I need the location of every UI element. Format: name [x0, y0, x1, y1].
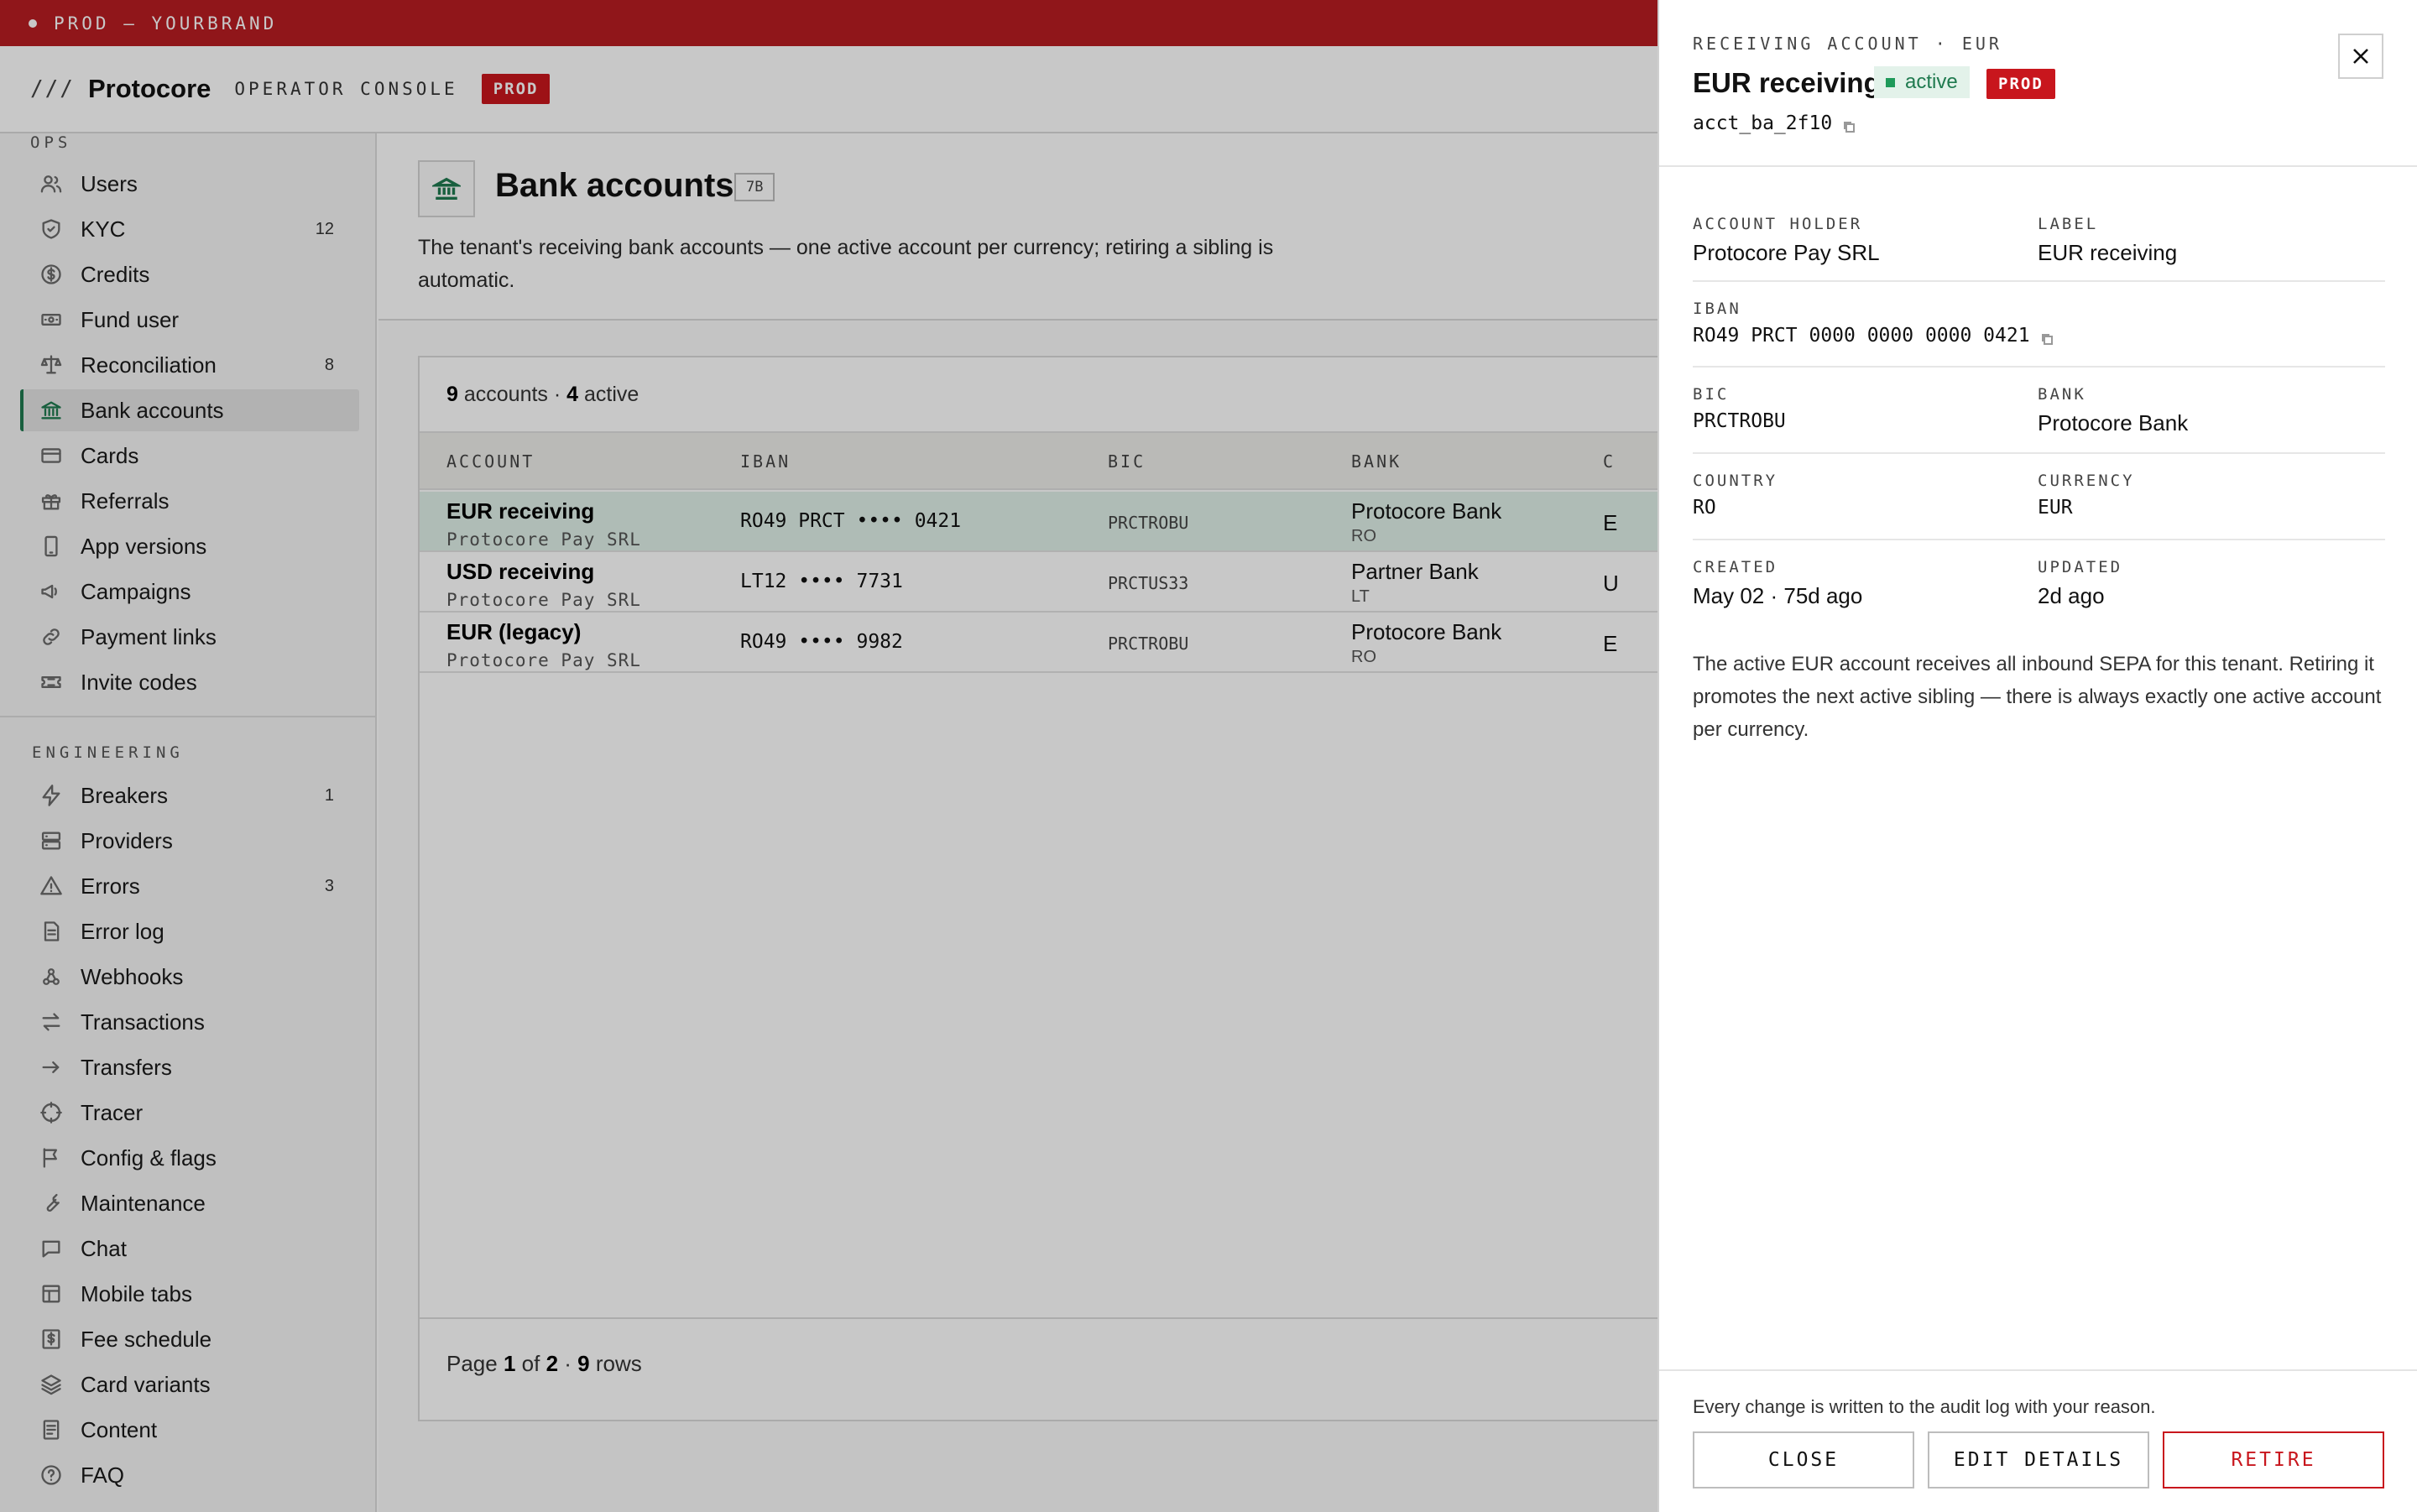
- field-label: IBAN: [1693, 300, 1741, 318]
- copy-icon[interactable]: [1842, 117, 1856, 133]
- field-value: Protocore Pay SRL: [1693, 240, 1880, 265]
- field-value: RO49 PRCT 0000 0000 0000 0421: [1693, 325, 2054, 347]
- field-label: COUNTRY: [1693, 472, 1778, 490]
- field-updated: UPDATED 2d ago: [2038, 558, 2122, 609]
- field-bank: BANK Protocore Bank: [2038, 385, 2188, 436]
- status-text: active: [1905, 70, 1958, 93]
- field-label-name: LABEL EUR receiving: [2038, 215, 2177, 266]
- field-value: 2d ago: [2038, 583, 2105, 608]
- drawer-title: EUR receiving: [1693, 67, 1881, 98]
- account-id: acct_ba_2f10: [1693, 112, 1856, 134]
- edit-details-button[interactable]: EDIT DETAILS: [1928, 1431, 2149, 1489]
- field-created: CREATED May 02 · 75d ago: [1693, 558, 1862, 609]
- field-value: EUR receiving: [2038, 240, 2178, 265]
- drawer-header: RECEIVING ACCOUNT · EUR EUR receiving ac…: [1659, 0, 2417, 167]
- field-bic: BIC PRCTROBU: [1693, 385, 1786, 432]
- field-row-bic: BIC PRCTROBU BANK Protocore Bank: [1693, 385, 2385, 454]
- field-account-holder: ACCOUNT HOLDER Protocore Pay SRL: [1693, 215, 1880, 266]
- field-label: ACCOUNT HOLDER: [1693, 215, 1863, 233]
- close-drawer-button[interactable]: [2338, 34, 2383, 79]
- field-row-holder: ACCOUNT HOLDER Protocore Pay SRL LABEL E…: [1693, 215, 2385, 282]
- drawer-env-badge: PROD: [1986, 69, 2055, 99]
- field-label: BANK: [2038, 385, 2086, 404]
- drawer-kicker: RECEIVING ACCOUNT · EUR: [1693, 34, 2002, 54]
- close-icon: [2353, 49, 2368, 64]
- field-value: PRCTROBU: [1693, 410, 1786, 432]
- field-value: EUR: [2038, 497, 2073, 519]
- audit-note: Every change is written to the audit log…: [1693, 1396, 2156, 1417]
- modal-backdrop[interactable]: [0, 0, 1657, 1512]
- field-label: CURRENCY: [2038, 472, 2135, 490]
- status-badge: active: [1874, 66, 1970, 98]
- field-row-country: COUNTRY RO CURRENCY EUR: [1693, 472, 2385, 540]
- account-id-text: acct_ba_2f10: [1693, 112, 1833, 134]
- field-value: RO: [1693, 497, 1716, 519]
- field-iban: IBAN RO49 PRCT 0000 0000 0000 0421: [1693, 300, 2054, 347]
- field-label: BIC: [1693, 385, 1730, 404]
- field-label: CREATED: [1693, 558, 1778, 576]
- drawer-note: The active EUR account receives all inbo…: [1693, 653, 2382, 741]
- iban-value: RO49 PRCT 0000 0000 0000 0421: [1693, 325, 2030, 347]
- retire-button[interactable]: RETIRE: [2163, 1431, 2384, 1489]
- copy-icon[interactable]: [2040, 329, 2054, 345]
- field-currency: CURRENCY EUR: [2038, 472, 2135, 519]
- account-detail-drawer: RECEIVING ACCOUNT · EUR EUR receiving ac…: [1657, 0, 2417, 1512]
- status-square-icon: [1886, 77, 1895, 87]
- field-country: COUNTRY RO: [1693, 472, 1778, 519]
- field-label: UPDATED: [2038, 558, 2123, 576]
- field-value: Protocore Bank: [2038, 410, 2189, 435]
- close-button[interactable]: CLOSE: [1693, 1431, 1914, 1489]
- field-label: LABEL: [2038, 215, 2099, 233]
- drawer-footer: Every change is written to the audit log…: [1659, 1369, 2417, 1512]
- field-row-dates: CREATED May 02 · 75d ago UPDATED 2d ago: [1693, 558, 2385, 617]
- field-value: May 02 · 75d ago: [1693, 583, 1863, 608]
- field-row-iban: IBAN RO49 PRCT 0000 0000 0000 0421: [1693, 300, 2385, 368]
